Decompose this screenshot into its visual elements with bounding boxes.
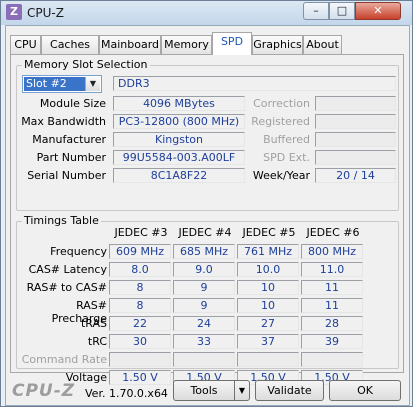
memory-type-field: DDR3 — [113, 76, 396, 91]
spd-tab-panel: Memory Slot Selection Slot #2 ▼ DDR3 Mod… — [10, 54, 404, 385]
timings-row-label: RAS# to CAS# — [26, 281, 107, 294]
timings-cell: 761 MHz — [237, 244, 299, 259]
registered-field — [315, 114, 396, 129]
timings-cell: 609 MHz — [109, 244, 171, 259]
timings-cell: 30 — [109, 334, 171, 349]
tab-mainboard[interactable]: Mainboard — [99, 35, 161, 54]
memory-slot-group-title: Memory Slot Selection — [22, 58, 150, 71]
timings-column-header: JEDEC #6 — [306, 226, 360, 239]
slot-select-value: Slot #2 — [24, 77, 86, 91]
close-icon: ✕ — [373, 4, 383, 17]
timings-cell: 22 — [109, 316, 171, 331]
timings-cell — [237, 352, 299, 367]
max-bandwidth-field: PC3-12800 (800 MHz) — [113, 114, 245, 129]
module-size-field: 4096 MBytes — [113, 96, 245, 111]
timings-cell: 9.0 — [173, 262, 235, 277]
timings-cell: 685 MHz — [173, 244, 235, 259]
serial-number-label: Serial Number — [27, 169, 106, 182]
close-button[interactable]: ✕ — [355, 2, 401, 20]
week-year-field: 20 / 14 — [315, 168, 396, 183]
minimize-icon: – — [313, 4, 319, 17]
minimize-button[interactable]: – — [303, 2, 329, 20]
client-area: CPU Caches Mainboard Memory SPD Graphics… — [5, 25, 410, 406]
timings-cell: 8 — [109, 280, 171, 295]
cpuz-logo: CPU-Z — [12, 381, 76, 401]
timings-cell — [173, 352, 235, 367]
timings-cell: 37 — [237, 334, 299, 349]
manufacturer-field: Kingston — [113, 132, 245, 147]
timings-cell: 8.0 — [109, 262, 171, 277]
timings-group-title: Timings Table — [22, 214, 101, 227]
timings-column-header: JEDEC #5 — [242, 226, 296, 239]
spd-ext-label: SPD Ext. — [263, 151, 310, 164]
chevron-down-icon: ▼ — [238, 386, 246, 395]
window-title: CPU-Z — [27, 6, 64, 20]
max-bandwidth-label: Max Bandwidth — [21, 115, 106, 128]
timings-cell: 10 — [237, 298, 299, 313]
serial-number-field: 8C1A8F22 — [113, 168, 245, 183]
tab-graphics[interactable]: Graphics — [252, 35, 303, 54]
timings-row-label: Command Rate — [21, 353, 107, 366]
timings-cell: 33 — [173, 334, 235, 349]
tab-memory[interactable]: Memory — [161, 35, 212, 54]
maximize-button[interactable]: □ — [329, 2, 355, 20]
cpuz-app-icon: Z — [6, 4, 22, 20]
ok-button[interactable]: OK — [329, 380, 401, 401]
registered-label: Registered — [251, 115, 310, 128]
timings-cell: 11 — [301, 280, 363, 295]
timings-row-label: Frequency — [50, 245, 107, 258]
version-text: Ver. 1.70.0.x64 — [85, 387, 168, 400]
timings-cell — [109, 352, 171, 367]
timings-cell: 800 MHz — [301, 244, 363, 259]
tab-caches[interactable]: Caches — [41, 35, 99, 54]
timings-cell: 9 — [173, 298, 235, 313]
timings-cell: 8 — [109, 298, 171, 313]
spd-ext-field — [315, 150, 396, 165]
part-number-label: Part Number — [36, 151, 106, 164]
timings-cell: 28 — [301, 316, 363, 331]
part-number-field: 99U5584-003.A00LF — [113, 150, 245, 165]
buffered-field — [315, 132, 396, 147]
module-size-label: Module Size — [39, 97, 106, 110]
timings-cell: 9 — [173, 280, 235, 295]
timings-cell: 39 — [301, 334, 363, 349]
validate-button[interactable]: Validate — [255, 380, 324, 401]
timings-cell: 27 — [237, 316, 299, 331]
tab-cpu[interactable]: CPU — [10, 35, 41, 54]
timings-cell: 11 — [301, 298, 363, 313]
week-year-label: Week/Year — [252, 169, 310, 182]
timings-cell — [301, 352, 363, 367]
timings-cell: 1.50 V — [109, 370, 171, 385]
tools-dropdown-button[interactable]: ▼ — [234, 380, 250, 401]
timings-cell: 10 — [237, 280, 299, 295]
timings-row-label: tRC — [87, 335, 107, 348]
timings-cell: 10.0 — [237, 262, 299, 277]
timings-column-header: JEDEC #3 — [114, 226, 168, 239]
timings-row-label: tRAS — [80, 317, 107, 330]
timings-cell: 11.0 — [301, 262, 363, 277]
slot-select[interactable]: Slot #2 ▼ — [22, 75, 102, 93]
timings-column-header: JEDEC #4 — [178, 226, 232, 239]
correction-field — [315, 96, 396, 111]
tab-about[interactable]: About — [303, 35, 342, 54]
tools-button[interactable]: Tools — [173, 380, 235, 401]
tab-spd[interactable]: SPD — [212, 32, 252, 55]
title-bar[interactable]: Z CPU-Z – □ ✕ — [1, 1, 412, 25]
chevron-down-icon[interactable]: ▼ — [85, 77, 100, 91]
cpuz-window: Z CPU-Z – □ ✕ CPU Caches Mainboard Memor… — [0, 0, 413, 407]
timings-row-label: CAS# Latency — [28, 263, 107, 276]
correction-label: Correction — [253, 97, 310, 110]
manufacturer-label: Manufacturer — [32, 133, 106, 146]
timings-cell: 24 — [173, 316, 235, 331]
buffered-label: Buffered — [263, 133, 310, 146]
maximize-icon: □ — [336, 4, 348, 17]
